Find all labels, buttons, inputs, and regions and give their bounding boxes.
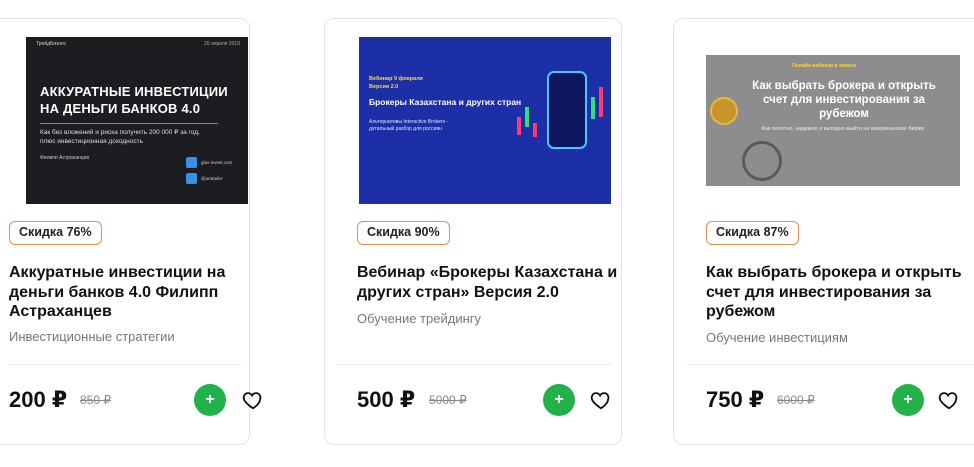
thumbnail-headline: АККУРАТНЫЕ ИНВЕСТИЦИИ НА ДЕНЬГИ БАНКОВ 4… bbox=[40, 84, 228, 116]
add-to-cart-button[interactable]: + bbox=[194, 384, 226, 416]
card-divider bbox=[686, 364, 974, 365]
heart-icon[interactable] bbox=[242, 389, 264, 411]
thumbnail-link: @antrader bbox=[201, 176, 223, 181]
thumbnail-headline: Брокеры Казахстана и других стран bbox=[369, 97, 522, 107]
discount-badge: Скидка 87% bbox=[706, 221, 799, 245]
product-category[interactable]: Обучение трейдингу bbox=[357, 311, 481, 326]
telegram-icon bbox=[186, 173, 197, 184]
product-price: 500 ₽ bbox=[357, 387, 416, 412]
product-card[interactable]: ТрейдБизнес 20 апреля 2019 АККУРАТНЫЕ ИН… bbox=[0, 18, 262, 445]
product-price: 750 ₽ bbox=[706, 387, 765, 412]
thumbnail-subline: Альтернативы Interactive Brokers - детал… bbox=[369, 119, 449, 132]
old-price: 850 ₽ bbox=[80, 393, 111, 407]
product-title[interactable]: Аккуратные инвестиции на деньги банков 4… bbox=[9, 263, 239, 322]
thumbnail-subline: Как без вложений и риска получить 200 00… bbox=[40, 129, 200, 145]
thumbnail-author: Филипп Астраханцев bbox=[40, 155, 90, 161]
product-title[interactable]: Как выбрать брокера и открыть счет для и… bbox=[706, 263, 970, 322]
card-divider bbox=[9, 364, 241, 365]
product-thumbnail[interactable]: ТрейдБизнес 20 апреля 2019 АККУРАТНЫЕ ИН… bbox=[26, 37, 248, 204]
product-card[interactable]: Вебинар 9 февраля Версия 2.0 Брокеры Каз… bbox=[324, 18, 622, 445]
thumbnail-subline: Как понятно, надежно и выгодно выйти на … bbox=[761, 126, 925, 132]
thumbnail-tag: Вебинар 9 февраля Версия 2.0 bbox=[369, 76, 423, 90]
magnifier-illustration bbox=[742, 141, 782, 181]
candlestick-illustration bbox=[517, 87, 603, 137]
product-card[interactable]: Онлайн вебинар в записи Как выбрать брок… bbox=[673, 18, 974, 445]
card-divider bbox=[337, 364, 611, 365]
thumbnail-headline: Как выбрать брокера и открыть счет для и… bbox=[752, 80, 936, 120]
thumbnail-brand: ТрейдБизнес bbox=[36, 41, 67, 47]
old-price: 5000 ₽ bbox=[429, 393, 467, 407]
discount-badge: Скидка 90% bbox=[357, 221, 450, 245]
product-category[interactable]: Инвестиционные стратегии bbox=[9, 329, 175, 344]
heart-icon[interactable] bbox=[938, 389, 960, 411]
product-title[interactable]: Вебинар «Брокеры Казахстана и других стр… bbox=[357, 263, 619, 302]
coin-illustration bbox=[710, 97, 738, 125]
product-category[interactable]: Обучение инвестициям bbox=[706, 330, 848, 345]
product-thumbnail[interactable]: Онлайн вебинар в записи Как выбрать брок… bbox=[706, 55, 960, 186]
discount-badge: Скидка 76% bbox=[9, 221, 102, 245]
thumbnail-tag: Онлайн вебинар в записи bbox=[792, 63, 857, 69]
add-to-cart-button[interactable]: + bbox=[892, 384, 924, 416]
product-thumbnail[interactable]: Вебинар 9 февраля Версия 2.0 Брокеры Каз… bbox=[359, 37, 611, 204]
thumbnail-divider bbox=[40, 123, 218, 124]
old-price: 6000 ₽ bbox=[777, 393, 815, 407]
thumbnail-date: 20 апреля 2019 bbox=[204, 41, 240, 47]
add-to-cart-button[interactable]: + bbox=[543, 384, 575, 416]
thumbnail-link: glav-invest.com bbox=[201, 160, 233, 165]
product-price: 200 ₽ bbox=[9, 387, 68, 412]
heart-icon[interactable] bbox=[590, 389, 612, 411]
globe-icon bbox=[186, 157, 197, 168]
